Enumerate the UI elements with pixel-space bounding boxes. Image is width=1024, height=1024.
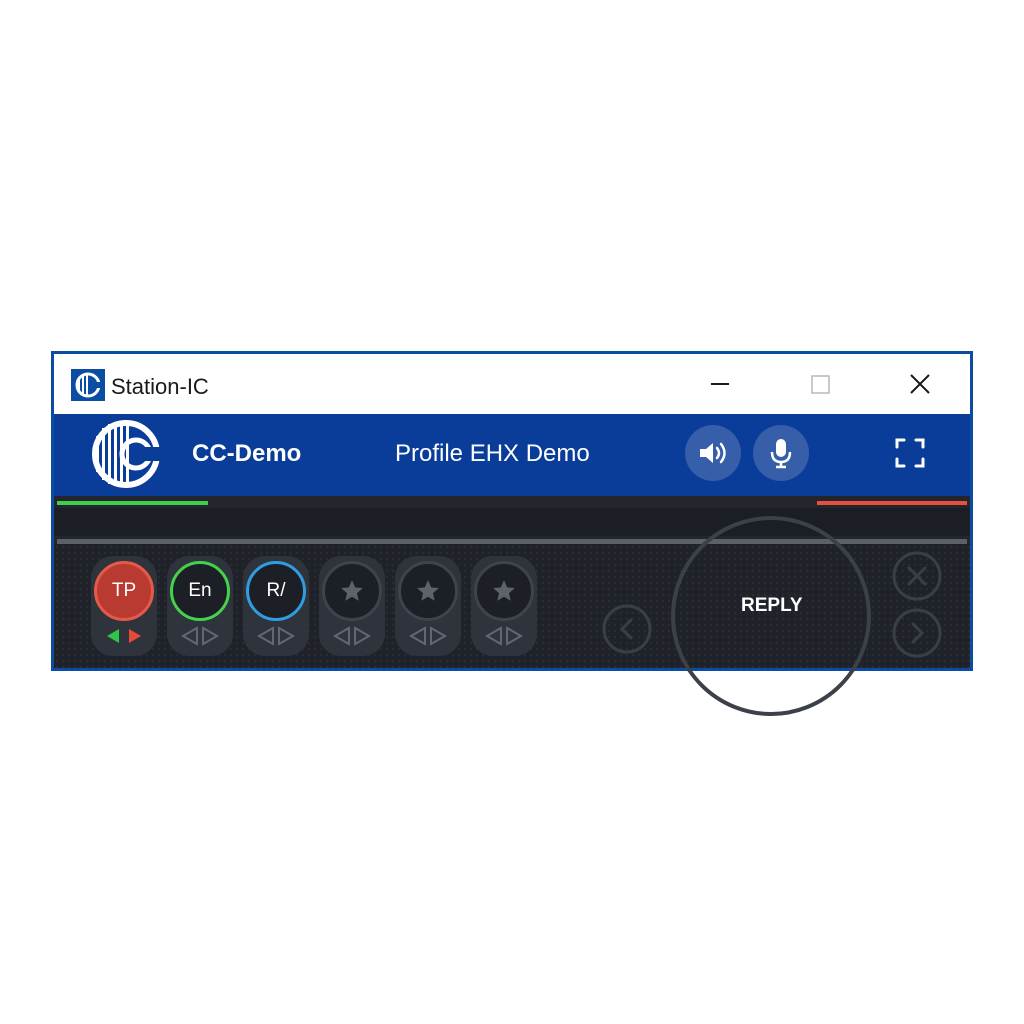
key-empty[interactable] [319, 556, 385, 656]
minimize-icon[interactable] [690, 354, 750, 414]
talk-listen-arrows-icon[interactable] [327, 625, 377, 647]
input-level-meter [57, 501, 208, 505]
key-label: TP [111, 580, 137, 601]
star-icon [493, 580, 515, 601]
status-band [54, 508, 970, 536]
chevron-left-icon[interactable] [601, 603, 653, 655]
speaker-icon [700, 442, 726, 464]
maximize-icon[interactable] [790, 354, 850, 414]
reply-label: REPLY [741, 595, 803, 616]
key-r[interactable]: R/ [243, 556, 309, 656]
key-label: R/ [266, 580, 286, 601]
keypanel-area: TP En R/ REPLY [54, 496, 970, 716]
key-en[interactable]: En [167, 556, 233, 656]
app-logo-icon [71, 369, 105, 401]
close-icon[interactable] [890, 354, 950, 414]
star-icon [341, 580, 363, 601]
key-circle[interactable] [474, 561, 534, 621]
key-empty[interactable] [395, 556, 461, 656]
key-circle[interactable]: En [170, 561, 230, 621]
key-label: En [188, 580, 212, 601]
fullscreen-icon[interactable] [894, 437, 926, 469]
close-icon[interactable] [891, 550, 943, 602]
speaker-button[interactable] [685, 425, 741, 481]
clearcom-logo-icon [92, 420, 162, 488]
microphone-icon [770, 439, 792, 469]
output-level-meter [817, 501, 967, 505]
talk-listen-arrows-icon[interactable] [175, 625, 225, 647]
key-circle[interactable]: R/ [246, 561, 306, 621]
chevron-right-icon[interactable] [891, 607, 943, 659]
key-circle[interactable]: TP [94, 561, 154, 621]
device-name: CC-Demo [192, 440, 302, 467]
title-bar: Station-IC [54, 354, 970, 414]
talk-listen-arrows-icon[interactable] [403, 625, 453, 647]
key-circle[interactable] [322, 561, 382, 621]
talk-listen-arrows-icon[interactable] [99, 625, 149, 647]
profile-name: Profile EHX Demo [395, 440, 590, 467]
key-tp[interactable]: TP [91, 556, 157, 656]
window-title: Station-IC [111, 374, 209, 399]
talk-listen-arrows-icon[interactable] [479, 625, 529, 647]
microphone-button[interactable] [753, 425, 809, 481]
star-icon [417, 580, 439, 601]
talk-listen-arrows-icon[interactable] [251, 625, 301, 647]
key-empty[interactable] [471, 556, 537, 656]
key-circle[interactable] [398, 561, 458, 621]
station-header: CC-Demo Profile EHX Demo [54, 414, 970, 496]
station-ic-window: Station-IC CC-Demo Profile EHX Demo TP E… [51, 351, 973, 716]
key-row: TP En R/ REPLY [54, 516, 970, 716]
